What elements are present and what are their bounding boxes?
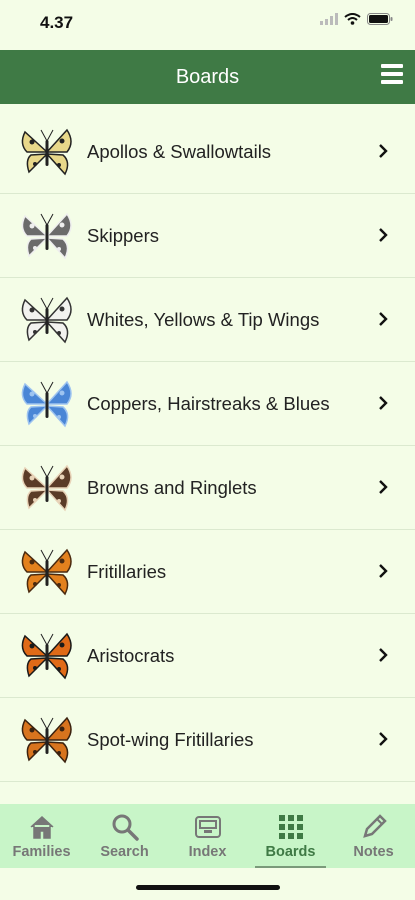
tab-notes[interactable]: Notes [332, 804, 415, 868]
archive-box-icon [194, 816, 221, 838]
signal-icon [320, 13, 338, 25]
board-row[interactable]: Aristocrats [0, 614, 415, 698]
spotwing-butterfly-icon [17, 710, 77, 770]
tab-bar: Families Search Index Boards Notes [0, 804, 415, 868]
board-row[interactable]: Coppers, Hairstreaks & Blues [0, 362, 415, 446]
skipper-butterfly-icon [17, 206, 77, 266]
app-header: Boards [0, 50, 415, 104]
brown-butterfly-icon [17, 458, 77, 518]
tab-label: Families [12, 844, 71, 860]
status-bar: 4.37 [0, 0, 415, 50]
board-label: Spot-wing Fritillaries [87, 728, 254, 750]
fritillary-butterfly-icon [17, 542, 77, 602]
tab-index[interactable]: Index [166, 804, 249, 868]
board-row[interactable]: Whites, Yellows & Tip Wings [0, 278, 415, 362]
chevron-right-icon [379, 480, 388, 494]
status-icons [320, 13, 393, 25]
chevron-right-icon [379, 564, 388, 578]
tab-label: Boards [265, 844, 316, 860]
tab-families[interactable]: Families [0, 804, 83, 868]
board-row[interactable]: Apollos & Swallowtails [0, 110, 415, 194]
chevron-right-icon [379, 228, 388, 242]
board-row[interactable]: Spot-wing Fritillaries [0, 698, 415, 782]
swallowtail-butterfly-icon [17, 122, 77, 182]
search-icon [112, 814, 139, 841]
home-indicator [136, 885, 280, 890]
board-label: Coppers, Hairstreaks & Blues [87, 392, 330, 414]
tab-label: Index [188, 844, 227, 860]
board-row[interactable]: Browns and Ringlets [0, 446, 415, 530]
board-label: Aristocrats [87, 644, 175, 666]
chevron-right-icon [379, 732, 388, 746]
wifi-icon [344, 13, 361, 25]
board-label: Browns and Ringlets [87, 476, 257, 498]
status-time: 4.37 [40, 13, 74, 32]
chevron-right-icon [379, 648, 388, 662]
blue-butterfly-icon [17, 374, 77, 434]
pencil-icon [362, 814, 387, 838]
home-icon [29, 815, 54, 839]
menu-icon[interactable] [381, 64, 403, 90]
tab-label: Notes [353, 844, 394, 860]
aristocrat-butterfly-icon [17, 626, 77, 686]
boards-list: Apollos & Swallowtails Skippers Whites, … [0, 110, 415, 782]
battery-icon [367, 13, 393, 25]
tab-label: Search [100, 844, 149, 860]
chevron-right-icon [379, 396, 388, 410]
chevron-right-icon [379, 312, 388, 326]
board-label: Fritillaries [87, 560, 167, 582]
tab-search[interactable]: Search [83, 804, 166, 868]
board-row[interactable]: Skippers [0, 194, 415, 278]
board-label: Apollos & Swallowtails [87, 140, 272, 162]
tab-boards[interactable]: Boards [249, 804, 332, 868]
grid-icon [278, 815, 303, 839]
page-title: Boards [175, 65, 240, 88]
board-label: Skippers [87, 224, 159, 246]
board-label: Whites, Yellows & Tip Wings [87, 308, 320, 330]
board-row[interactable]: Fritillaries [0, 530, 415, 614]
chevron-right-icon [379, 144, 388, 158]
white-butterfly-icon [17, 290, 77, 350]
